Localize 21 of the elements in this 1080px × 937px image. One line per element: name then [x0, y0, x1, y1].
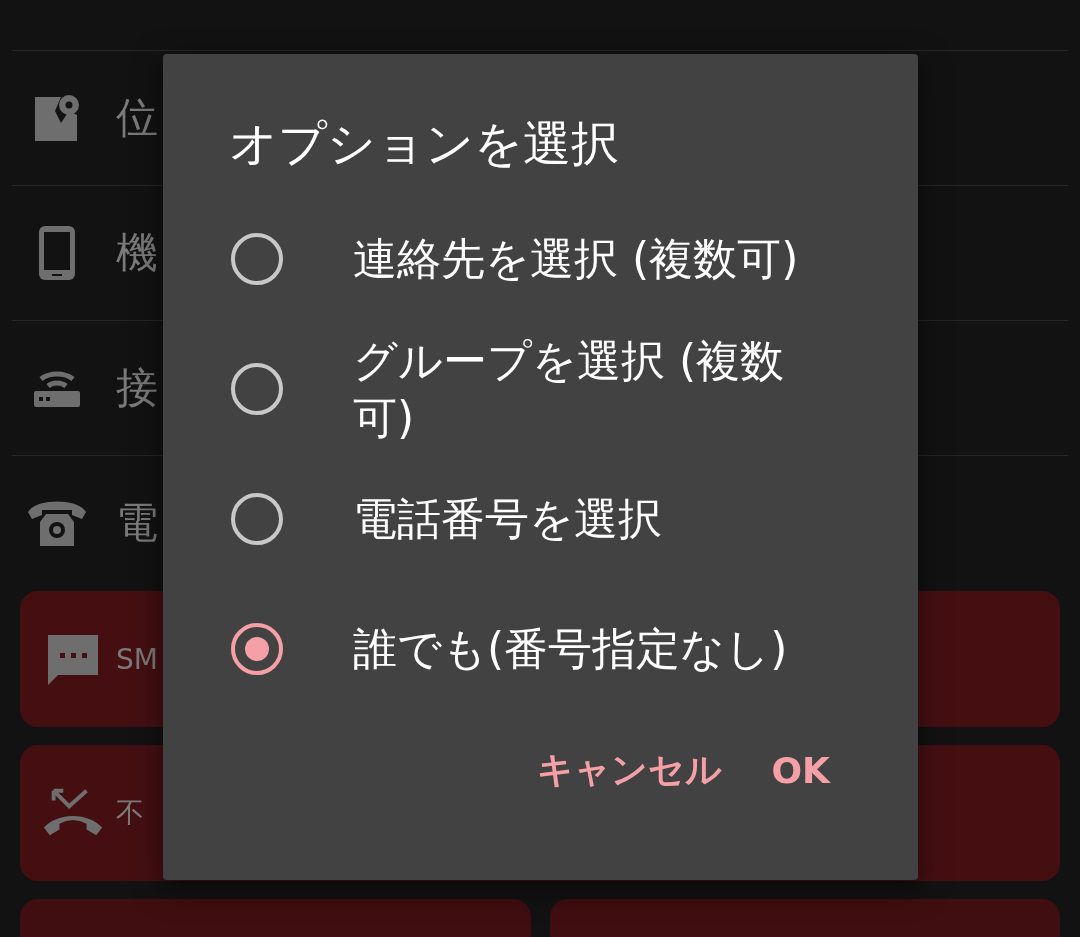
option-label[interactable]: グループを選択 (複数可): [353, 331, 823, 447]
missed-call-icon: [42, 788, 104, 838]
setting-label: 電: [116, 497, 158, 549]
setting-label: 接: [116, 362, 158, 414]
map-pin-icon: [33, 93, 81, 143]
option-label[interactable]: 電話番号を選択: [353, 490, 823, 548]
setting-label: 位: [116, 92, 158, 144]
option-label[interactable]: 誰でも(番号指定なし): [353, 620, 823, 678]
cancel-button[interactable]: キャンセル: [536, 738, 722, 803]
option-label[interactable]: 連絡先を選択 (複数可): [353, 230, 823, 288]
radio-button[interactable]: [231, 233, 283, 285]
radio-button[interactable]: [231, 623, 283, 675]
ok-button[interactable]: OK: [771, 738, 830, 803]
action-label: 不: [116, 795, 144, 831]
dialog-title: オプションを選択: [228, 114, 620, 173]
smartphone-icon: [37, 224, 77, 282]
chat-bubble-icon: [46, 633, 100, 685]
radio-button[interactable]: [231, 363, 283, 415]
action-label: SM: [116, 642, 158, 676]
setting-label: 機: [116, 227, 158, 279]
radio-button[interactable]: [231, 493, 283, 545]
